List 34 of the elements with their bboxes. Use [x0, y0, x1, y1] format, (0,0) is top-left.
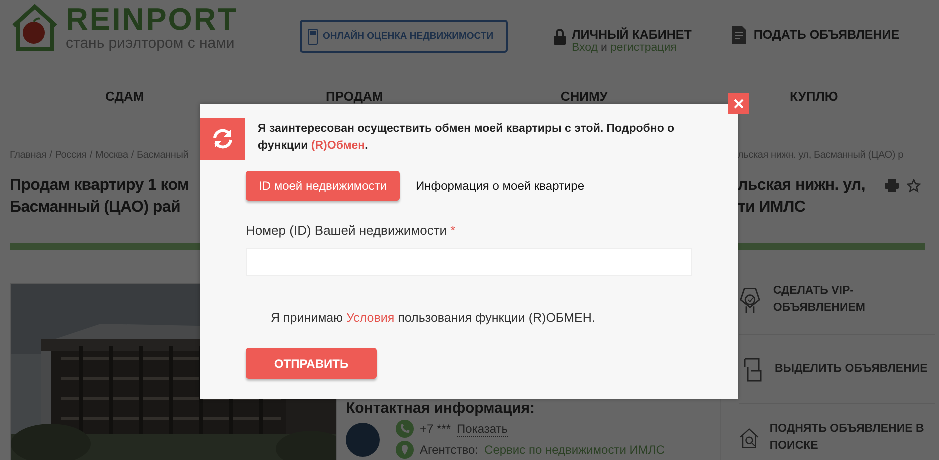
- breadcrumb-separator: /: [131, 150, 134, 160]
- exchange-info-link[interactable]: (R)Обмен: [311, 140, 366, 152]
- phone-number: +7 ***: [420, 422, 452, 436]
- listing-title: ти ИМЛС: [738, 198, 807, 218]
- listing-title: Басманный (ЦАО) рай: [10, 198, 182, 218]
- promotion-link[interactable]: СДЕЛАТЬ VIP-ОБЪЯВЛЕНИЕМ: [773, 283, 935, 317]
- register-link[interactable]: регистрация: [610, 42, 677, 54]
- field-label: Номер (ID) Вашей недвижимости *: [246, 223, 457, 238]
- nav-link[interactable]: КУПЛЮ: [699, 89, 929, 104]
- promotion-link[interactable]: ВЫДЕЛИТЬ ОБЪЯВЛЕНИЕ: [775, 360, 928, 378]
- tab[interactable]: ID моей недвижимости: [246, 171, 400, 201]
- promotion-link[interactable]: ПОДНЯТЬ ОБЪЯВЛЕНИЕ В ПОИСКЕ: [770, 421, 935, 455]
- nav-link[interactable]: СДАМ: [10, 89, 240, 104]
- evaluation-button[interactable]: ОНЛАЙН ОЦЕНКА НЕДВИЖИМОСТИ: [300, 20, 508, 53]
- agency-label: Агентство:: [420, 443, 479, 457]
- terms-text: Я принимаю Условия пользования функции (R)ОБМЕН.: [271, 311, 596, 325]
- breadcrumb-separator: /: [90, 150, 92, 160]
- account-link[interactable]: ЛИЧНЫЙ КАБИНЕТ: [572, 28, 692, 42]
- post-ad-link[interactable]: ПОДАТЬ ОБЪЯВЛЕНИЕ: [754, 28, 900, 42]
- login-link[interactable]: Вход: [572, 42, 598, 54]
- tab[interactable]: Информация о моей квартире: [416, 171, 585, 201]
- terms-link[interactable]: Условия: [346, 311, 395, 325]
- logo-text: REINPORT: [66, 4, 238, 36]
- show-phone-link[interactable]: Показать: [457, 422, 508, 436]
- contact-heading: Контактная информация:: [346, 400, 536, 417]
- nav-link[interactable]: ПРОДАМ: [240, 89, 470, 104]
- intro-text: Я заинтересован осуществить обмен моей квартиры с этой. Подробно о функции (R)Обмен.: [258, 122, 676, 154]
- conjunction-text: и: [601, 42, 608, 54]
- listing-title: льская нижн. ул,: [738, 176, 866, 196]
- breadcrumb-separator: /: [50, 150, 52, 160]
- nav-link[interactable]: СНИМУ: [470, 89, 700, 104]
- submit-button[interactable]: ОТПРАВИТЬ: [246, 348, 377, 379]
- listing-title: Продам квартиру 1 ком: [10, 176, 190, 196]
- agency-link[interactable]: Сервис по недвижимости ИМЛС: [484, 443, 665, 457]
